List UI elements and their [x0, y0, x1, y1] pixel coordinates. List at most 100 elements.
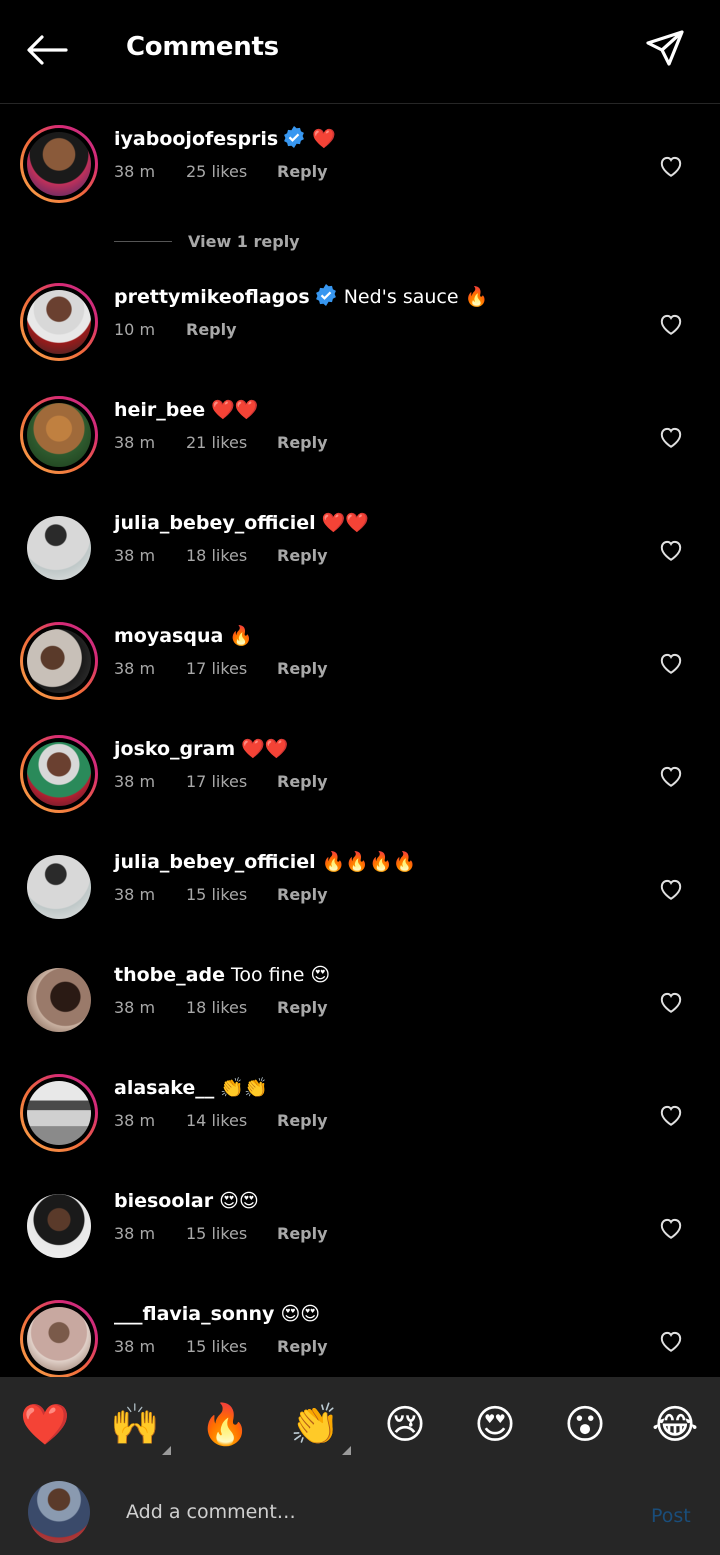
post-button[interactable]: Post — [651, 1505, 691, 1527]
verified-badge-icon — [314, 283, 338, 315]
avatar[interactable] — [20, 1074, 98, 1152]
back-arrow-icon[interactable] — [22, 28, 72, 72]
comment-item: moyasqua 🔥 38 m 17 likes Reply — [0, 622, 720, 712]
reply-button[interactable]: Reply — [277, 885, 328, 904]
reply-button[interactable]: Reply — [277, 772, 328, 791]
comment-text: Too fine 😍 — [231, 964, 331, 986]
like-heart-icon[interactable] — [658, 989, 684, 1015]
view-replies-link[interactable]: View 1 reply — [114, 228, 300, 254]
comment-text: ❤️❤️ — [211, 399, 259, 421]
comment-username[interactable]: moyasqua — [114, 625, 223, 647]
avatar[interactable] — [20, 283, 98, 361]
comment-likes[interactable]: 14 likes — [186, 1111, 277, 1130]
comment-likes[interactable]: 17 likes — [186, 659, 277, 678]
comment-username[interactable]: ___flavia_sonny — [114, 1303, 274, 1325]
like-heart-icon[interactable] — [658, 763, 684, 789]
comment-text: 😍😍 — [280, 1303, 321, 1325]
replies-divider — [114, 240, 172, 242]
comment-time: 38 m — [114, 546, 156, 565]
avatar[interactable] — [20, 396, 98, 474]
comment-text: 👏👏 — [220, 1077, 268, 1099]
comment-time: 38 m — [114, 1337, 156, 1356]
comment-likes[interactable]: 21 likes — [186, 433, 277, 452]
comment-username[interactable]: thobe_ade — [114, 964, 225, 986]
reaction-raising-hands[interactable]: 🙌 — [107, 1397, 171, 1455]
comment-time: 38 m — [114, 772, 156, 791]
comment-input[interactable] — [126, 1497, 606, 1527]
avatar[interactable] — [20, 735, 98, 813]
like-heart-icon[interactable] — [658, 1102, 684, 1128]
comment-likes[interactable]: 15 likes — [186, 885, 277, 904]
like-heart-icon[interactable] — [658, 1215, 684, 1241]
comment-likes[interactable]: 15 likes — [186, 1337, 277, 1356]
avatar[interactable] — [20, 622, 98, 700]
reaction-surprised[interactable]: 😮 — [557, 1397, 613, 1453]
like-heart-icon[interactable] — [658, 311, 684, 337]
skin-tone-picker-icon — [342, 1446, 351, 1455]
comment-time: 38 m — [114, 1224, 156, 1243]
comment-text: 🔥🔥🔥🔥 — [321, 851, 417, 873]
comment-time: 38 m — [114, 998, 156, 1017]
comment-username[interactable]: julia_bebey_officiel — [114, 512, 316, 534]
comment-likes[interactable]: 18 likes — [186, 998, 277, 1017]
reaction-crying[interactable]: 😢 — [377, 1397, 433, 1453]
like-heart-icon[interactable] — [658, 650, 684, 676]
avatar[interactable] — [20, 509, 98, 587]
comment-item: prettymikeoflagos Ned's sauce 🔥 10 m Repl… — [0, 283, 720, 373]
reaction-heart-eyes[interactable]: 😍 — [467, 1397, 523, 1453]
comment-text: ❤️ — [312, 128, 336, 150]
comment-time: 10 m — [114, 320, 156, 339]
like-heart-icon[interactable] — [658, 424, 684, 450]
comment-item: biesoolar 😍😍 38 m 15 likes Reply — [0, 1187, 720, 1277]
reaction-raising-hands-emoji: 🙌 — [110, 1402, 160, 1448]
comment-text: 😍😍 — [219, 1190, 259, 1212]
reply-button[interactable]: Reply — [277, 1337, 328, 1356]
comment-item: iyaboojofespris ❤️ 38 m 25 likes Reply — [0, 125, 720, 215]
comment-username[interactable]: alasake__ — [114, 1077, 214, 1099]
comment-username[interactable]: josko_gram — [114, 738, 235, 760]
like-heart-icon[interactable] — [658, 1328, 684, 1354]
comment-time: 38 m — [114, 1111, 156, 1130]
comment-username[interactable]: julia_bebey_officiel — [114, 851, 316, 873]
reply-button[interactable]: Reply — [277, 162, 328, 181]
avatar[interactable] — [20, 1300, 98, 1378]
avatar[interactable] — [20, 961, 98, 1039]
reply-button[interactable]: Reply — [277, 1224, 328, 1243]
like-heart-icon[interactable] — [658, 153, 684, 179]
like-heart-icon[interactable] — [658, 537, 684, 563]
comment-item: josko_gram ❤️❤️ 38 m 17 likes Reply — [0, 735, 720, 825]
comment-text: Ned's sauce 🔥 — [343, 286, 489, 308]
comment-time: 38 m — [114, 885, 156, 904]
reply-button[interactable]: Reply — [277, 998, 328, 1017]
comment-likes[interactable]: 17 likes — [186, 772, 277, 791]
send-direct-icon[interactable] — [642, 26, 688, 72]
comment-likes[interactable]: 25 likes — [186, 162, 277, 181]
comment-username[interactable]: heir_bee — [114, 399, 205, 421]
comment-likes[interactable]: 15 likes — [186, 1224, 277, 1243]
reaction-heart[interactable]: ❤️ — [17, 1397, 73, 1453]
comment-username[interactable]: iyaboojofespris — [114, 128, 278, 150]
comment-username[interactable]: biesoolar — [114, 1190, 213, 1212]
header-bar: Comments — [0, 0, 720, 104]
reaction-fire[interactable]: 🔥 — [197, 1397, 253, 1453]
reply-button[interactable]: Reply — [186, 320, 237, 339]
page-title: Comments — [126, 32, 279, 62]
reply-button[interactable]: Reply — [277, 433, 328, 452]
like-heart-icon[interactable] — [658, 876, 684, 902]
reply-button[interactable]: Reply — [277, 546, 328, 565]
comment-username[interactable]: prettymikeoflagos — [114, 286, 310, 308]
avatar[interactable] — [20, 848, 98, 926]
my-avatar — [28, 1481, 90, 1543]
avatar[interactable] — [20, 125, 98, 203]
comment-text: ❤️❤️ — [241, 738, 289, 760]
reply-button[interactable]: Reply — [277, 1111, 328, 1130]
reaction-clapping[interactable]: 👏 — [287, 1397, 351, 1455]
comment-item: thobe_ade Too fine 😍 38 m 18 likes Reply — [0, 961, 720, 1051]
quick-reaction-bar: ❤️ 🙌 🔥 👏 😢 😍 😮 😂 — [0, 1377, 720, 1473]
reaction-laughing[interactable]: 😂 — [647, 1397, 703, 1453]
comment-likes[interactable]: 18 likes — [186, 546, 277, 565]
comment-item: julia_bebey_officiel ❤️❤️ 38 m 18 likes Re… — [0, 509, 720, 599]
comment-text: ❤️❤️ — [321, 512, 370, 534]
reply-button[interactable]: Reply — [277, 659, 328, 678]
avatar[interactable] — [20, 1187, 98, 1265]
